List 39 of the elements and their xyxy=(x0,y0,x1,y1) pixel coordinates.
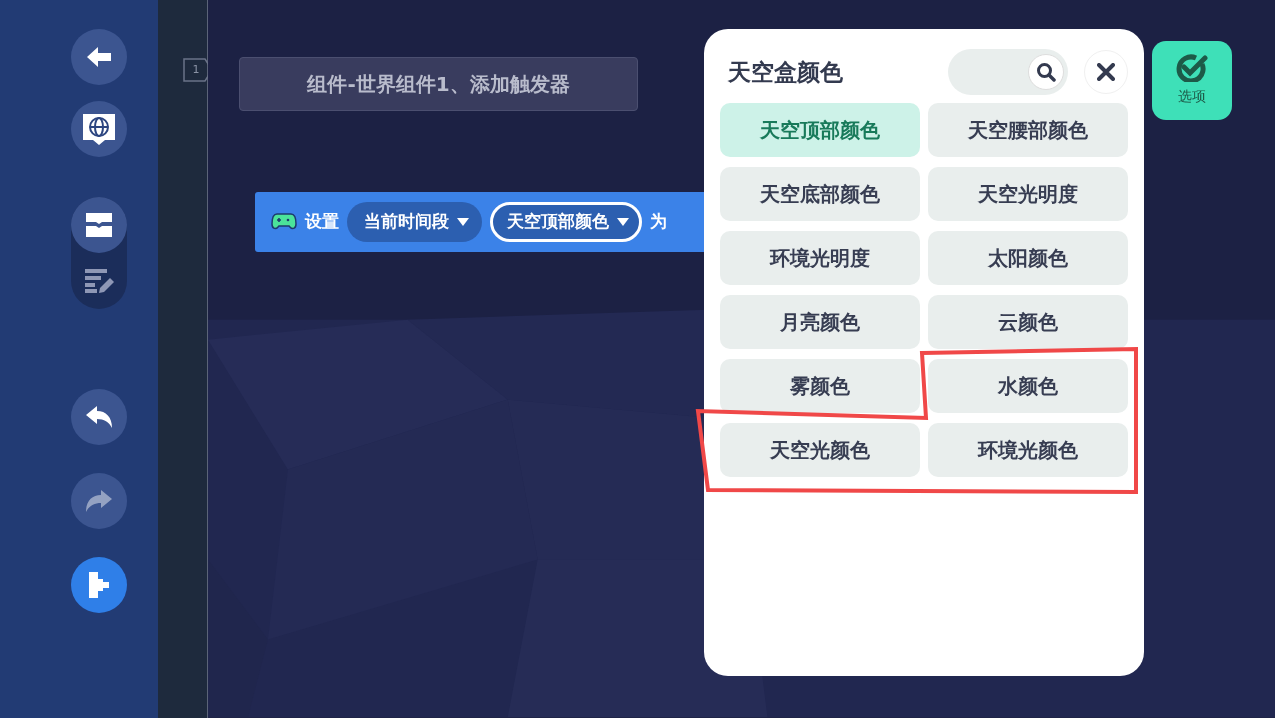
caret-icon xyxy=(457,218,469,226)
option-button[interactable]: 环境光明度 xyxy=(720,231,920,285)
option-button[interactable]: 云颜色 xyxy=(928,295,1128,349)
arrow-left-icon xyxy=(85,45,113,69)
panel-title: 天空盒颜色 xyxy=(728,57,844,87)
option-button[interactable]: 雾颜色 xyxy=(720,359,920,413)
close-button[interactable] xyxy=(1084,50,1128,94)
line-number: 1 xyxy=(192,61,200,78)
comment-block: 组件-世界组件1、添加触发器 xyxy=(239,57,638,111)
arrow-left-button[interactable] xyxy=(71,29,127,85)
block-label: 为 xyxy=(650,210,667,234)
undo-icon xyxy=(84,404,114,430)
play-button[interactable] xyxy=(71,557,127,613)
redo-icon xyxy=(84,488,114,514)
option-button[interactable]: 太阳颜色 xyxy=(928,231,1128,285)
search-icon xyxy=(1036,62,1056,82)
play-icon xyxy=(87,570,111,600)
blocks-icon xyxy=(84,211,114,239)
option-button[interactable]: 水颜色 xyxy=(928,359,1128,413)
option-button[interactable]: 天空底部颜色 xyxy=(720,167,920,221)
option-button[interactable]: 天空腰部颜色 xyxy=(928,103,1128,157)
globe-button[interactable] xyxy=(71,101,127,157)
close-icon xyxy=(1097,63,1115,81)
option-button[interactable]: 天空顶部颜色 xyxy=(720,103,920,157)
caret-icon xyxy=(617,218,629,226)
option-button[interactable]: 月亮颜色 xyxy=(720,295,920,349)
dropdown[interactable]: 当前时间段 xyxy=(347,202,482,242)
option-button[interactable]: 天空光明度 xyxy=(928,167,1128,221)
dropdown[interactable]: 天空顶部颜色 xyxy=(490,202,642,242)
check-circle-icon xyxy=(1176,54,1208,82)
search-field[interactable] xyxy=(948,49,1068,95)
undo-button[interactable] xyxy=(71,389,127,445)
gamepad-icon xyxy=(271,213,297,231)
note-edit-icon xyxy=(83,267,115,295)
options-button[interactable]: 选项 xyxy=(1152,41,1232,120)
option-button[interactable]: 天空光颜色 xyxy=(720,423,920,477)
option-button[interactable]: 环境光颜色 xyxy=(928,423,1128,477)
block-label: 设置 xyxy=(305,210,339,234)
blocks-button[interactable] xyxy=(71,197,127,253)
